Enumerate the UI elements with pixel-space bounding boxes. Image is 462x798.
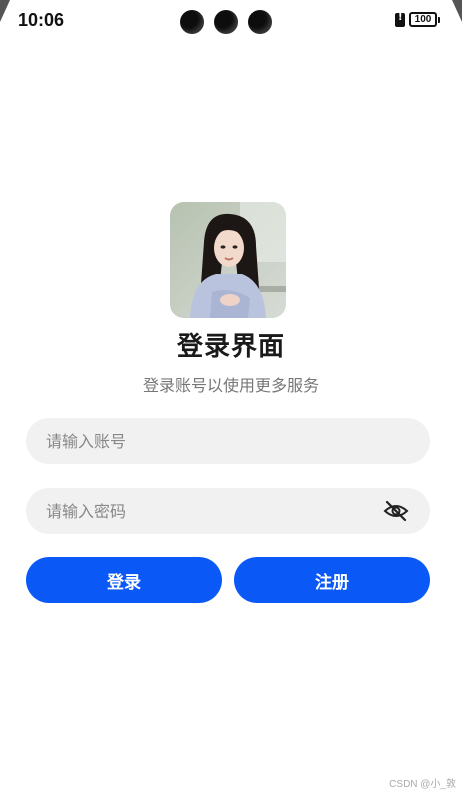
password-input[interactable] <box>46 501 374 521</box>
eye-off-icon[interactable] <box>382 497 410 525</box>
camera-dot-icon <box>214 10 238 34</box>
status-time: 10:06 <box>18 10 65 30</box>
status-bar: 10:06 100 <box>0 0 462 44</box>
account-input[interactable] <box>46 431 410 451</box>
status-indicators: 100 <box>395 12 440 27</box>
page-subtitle: 登录账号以使用更多服务 <box>142 376 319 395</box>
battery-icon: 100 <box>409 12 440 27</box>
password-field[interactable] <box>26 488 430 534</box>
watermark: CSDN @小_敦 <box>389 779 456 790</box>
login-screen: 10:06 100 <box>0 0 462 798</box>
avatar <box>170 202 286 318</box>
camera-cutouts <box>180 10 272 34</box>
camera-dot-icon <box>180 10 204 34</box>
sim-alert-icon <box>395 12 405 27</box>
battery-level: 100 <box>409 12 437 27</box>
register-button[interactable]: 注册 <box>234 557 430 603</box>
account-field[interactable] <box>26 418 430 464</box>
login-button[interactable]: 登录 <box>26 557 222 603</box>
page-title: 登录界面 <box>176 332 285 362</box>
avatar-photo-icon <box>170 202 286 318</box>
camera-dot-icon <box>248 10 272 34</box>
